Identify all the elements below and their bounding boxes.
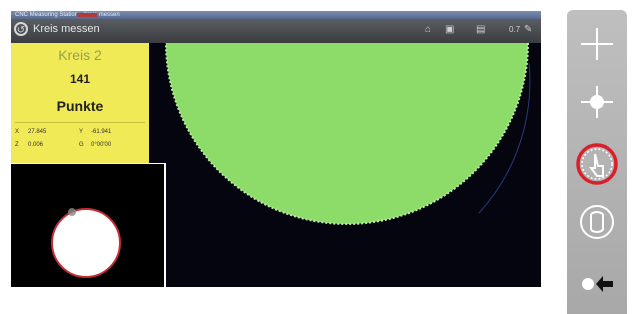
window-title: CNC Measuring Station - Kreis messen bbox=[15, 12, 120, 18]
page-title: Kreis messen bbox=[33, 23, 100, 35]
panel-divider bbox=[15, 122, 145, 123]
window-title-bar: CNC Measuring Station - Kreis messen bbox=[11, 11, 541, 19]
title-highlight bbox=[77, 13, 97, 17]
circle-fit-icon[interactable] bbox=[579, 204, 615, 240]
x-label: X bbox=[15, 129, 20, 135]
keyboard-icon[interactable]: ▤ bbox=[476, 24, 485, 35]
camera-view[interactable] bbox=[149, 11, 541, 287]
zoom-level: 0.7 bbox=[509, 25, 521, 34]
manual-touch-icon[interactable] bbox=[575, 142, 619, 186]
point-count: 141 bbox=[69, 72, 91, 86]
measured-circle bbox=[149, 11, 541, 287]
camera-screen: CNC Measuring Station - Kreis messen ↺ K… bbox=[11, 11, 541, 287]
measurement-panel: Kreis 2 141 Punkte X 27.845 Y -61.941 Z … bbox=[11, 43, 149, 163]
pen-icon[interactable]: ✎ bbox=[524, 24, 532, 35]
toolbar: ↺ Kreis messen ⌂ ▣ ▤ 0.7 ✎ bbox=[11, 19, 541, 44]
overview-circle bbox=[51, 208, 121, 278]
x-value: 27.845 bbox=[28, 129, 47, 135]
point-probe-icon[interactable] bbox=[579, 84, 615, 120]
y-value: -61.941 bbox=[91, 129, 112, 135]
point-unit: Punkte bbox=[56, 98, 104, 114]
g-value: 0°00'00 bbox=[91, 142, 112, 148]
y-label: Y bbox=[79, 129, 84, 135]
camera-icon[interactable]: ▣ bbox=[445, 24, 454, 35]
home-icon[interactable]: ⌂ bbox=[425, 24, 431, 35]
feature-name: Kreis 2 bbox=[58, 47, 102, 63]
z-value: 0.006 bbox=[28, 142, 44, 148]
back-arrow-icon[interactable]: ↺ bbox=[14, 22, 28, 36]
crosshair-icon[interactable] bbox=[579, 26, 615, 62]
g-label: G bbox=[79, 142, 84, 148]
tool-sidebar bbox=[567, 10, 627, 314]
overview-thumbnail[interactable] bbox=[11, 163, 166, 287]
light-arrow-icon[interactable] bbox=[579, 266, 615, 302]
z-label: Z bbox=[15, 142, 19, 148]
